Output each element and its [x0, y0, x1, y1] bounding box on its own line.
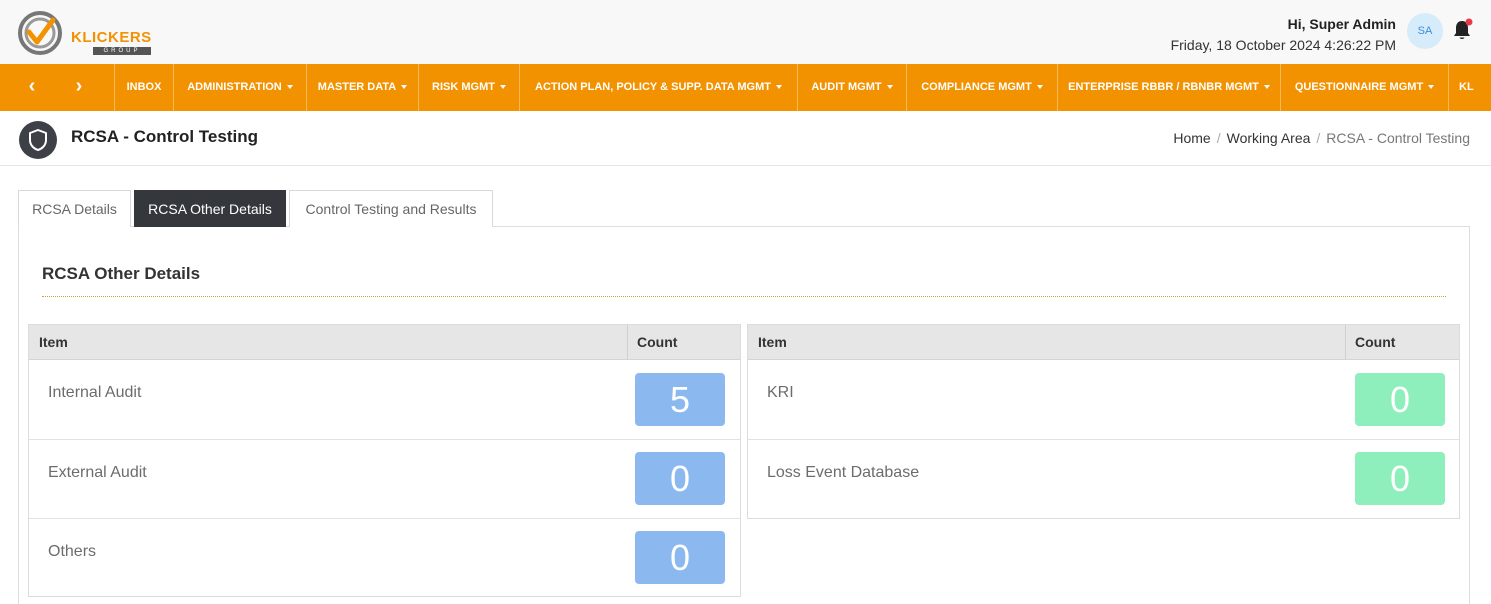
table-row: External Audit 0 — [29, 439, 740, 518]
top-header: KLICKERS GROUP Hi, Super Admin Friday, 1… — [0, 0, 1491, 64]
table-row: Internal Audit 5 — [29, 360, 740, 439]
caret-down-icon — [775, 85, 782, 90]
current-datetime: Friday, 18 October 2024 4:26:22 PM — [1170, 37, 1396, 53]
nav-item-kl[interactable]: KL — [1448, 64, 1491, 111]
caret-down-icon — [1263, 85, 1270, 90]
table-row: KRI 0 — [748, 360, 1459, 439]
nav-item-inbox[interactable]: INBOX — [114, 64, 173, 111]
column-header-item: Item — [39, 334, 68, 350]
nav-prev-button[interactable]: ‹ — [17, 64, 47, 111]
caret-down-icon — [1036, 85, 1043, 90]
breadcrumb-working-area[interactable]: Working Area — [1227, 130, 1311, 146]
table-header: Item Count — [29, 325, 740, 360]
breadcrumb: Home / Working Area / RCSA - Control Testing — [1173, 130, 1470, 146]
nav-item-compliance-mgmt[interactable]: COMPLIANCE MGMT — [906, 64, 1057, 111]
count-badge[interactable]: 0 — [1355, 452, 1445, 505]
caret-down-icon — [886, 85, 893, 90]
tab-rcsa-other-details[interactable]: RCSA Other Details — [134, 190, 286, 227]
audit-count-table: Item Count Internal Audit 5 External Aud… — [28, 324, 741, 597]
logo-subtext: GROUP — [93, 47, 151, 55]
table-row: Others 0 — [29, 518, 740, 597]
caret-down-icon — [499, 85, 506, 90]
main-navbar: ‹ › INBOX ADMINISTRATION MASTER DATA RIS… — [0, 64, 1491, 111]
logo-swirl-icon — [18, 11, 62, 55]
tab-rcsa-details[interactable]: RCSA Details — [18, 190, 131, 227]
page-title: RCSA - Control Testing — [71, 127, 258, 146]
count-badge[interactable]: 0 — [635, 531, 725, 584]
count-badge[interactable]: 5 — [635, 373, 725, 426]
column-divider — [1345, 325, 1346, 360]
nav-item-questionnaire-mgmt[interactable]: QUESTIONNAIRE MGMT — [1280, 64, 1448, 111]
breadcrumb-separator: / — [1316, 130, 1321, 146]
table-header: Item Count — [748, 325, 1459, 360]
klickers-logo[interactable]: KLICKERS GROUP — [17, 10, 151, 56]
section-title: RCSA Other Details — [42, 264, 201, 283]
column-divider — [627, 325, 628, 360]
shield-icon — [19, 121, 57, 159]
tab-control-testing-results[interactable]: Control Testing and Results — [289, 190, 493, 227]
row-item-label: Loss Event Database — [767, 464, 920, 481]
nav-item-audit-mgmt[interactable]: AUDIT MGMT — [797, 64, 906, 111]
count-badge[interactable]: 0 — [635, 452, 725, 505]
nav-item-master-data[interactable]: MASTER DATA — [306, 64, 418, 111]
column-header-item: Item — [758, 334, 787, 350]
breadcrumb-separator: / — [1216, 130, 1221, 146]
table-row: Loss Event Database 0 — [748, 439, 1459, 518]
column-header-count: Count — [1355, 334, 1396, 350]
breadcrumb-home[interactable]: Home — [1173, 130, 1210, 146]
nav-item-action-plan[interactable]: ACTION PLAN, POLICY & SUPP. DATA MGMT — [519, 64, 797, 111]
heading-divider — [0, 165, 1491, 166]
row-item-label: Internal Audit — [48, 384, 142, 401]
caret-down-icon — [286, 85, 293, 90]
row-item-label: KRI — [767, 384, 794, 401]
section-divider — [42, 296, 1446, 297]
caret-down-icon — [1428, 85, 1435, 90]
bell-icon[interactable] — [1451, 18, 1473, 42]
row-item-label: Others — [48, 543, 97, 560]
risk-count-table: Item Count KRI 0 Loss Event Database 0 — [747, 324, 1460, 519]
user-greeting: Hi, Super Admin — [1287, 16, 1396, 32]
count-badge[interactable]: 0 — [1355, 373, 1445, 426]
caret-down-icon — [401, 85, 408, 90]
user-avatar[interactable]: SA — [1407, 13, 1443, 49]
nav-next-button[interactable]: › — [64, 64, 94, 111]
nav-item-risk-mgmt[interactable]: RISK MGMT — [418, 64, 519, 111]
logo-text: KLICKERS — [71, 29, 152, 46]
nav-item-administration[interactable]: ADMINISTRATION — [173, 64, 306, 111]
row-item-label: External Audit — [48, 464, 147, 481]
nav-item-enterprise-rbbr[interactable]: ENTERPRISE RBBR / RBNBR MGMT — [1057, 64, 1280, 111]
breadcrumb-current: RCSA - Control Testing — [1326, 130, 1470, 146]
column-header-count: Count — [637, 334, 678, 350]
